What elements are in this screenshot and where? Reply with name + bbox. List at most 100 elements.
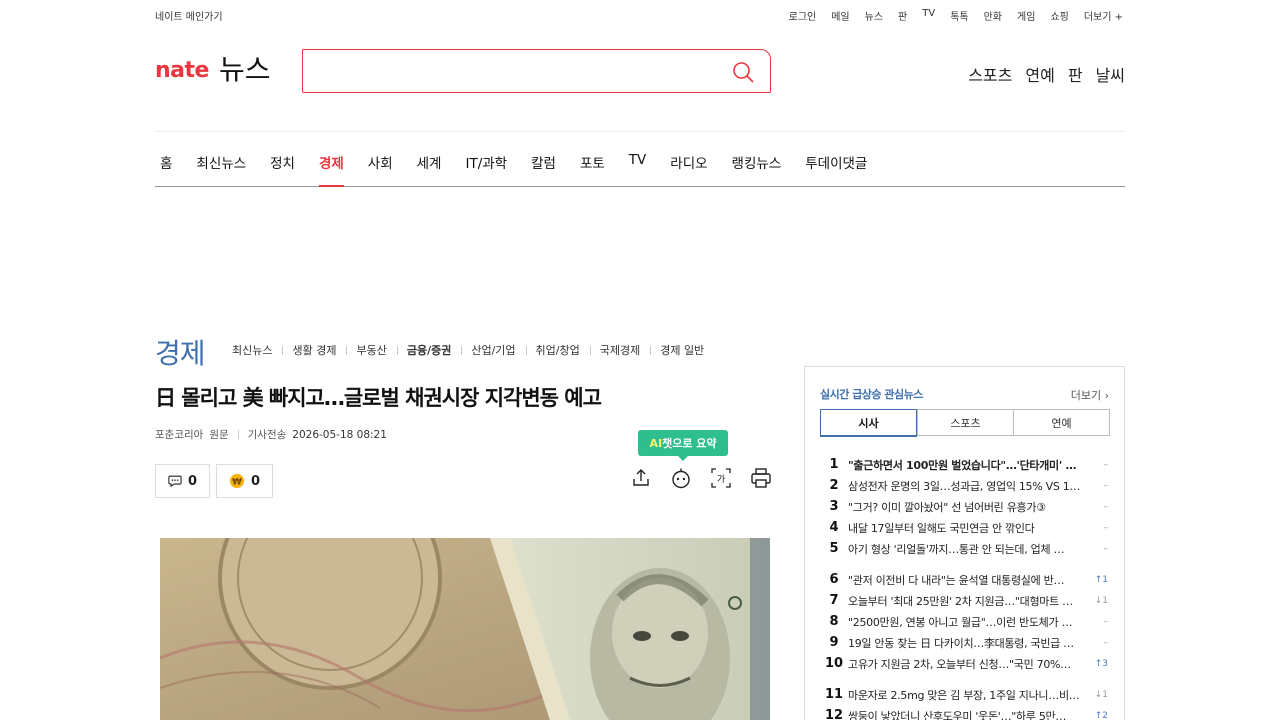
ranking-number: 4 <box>829 520 839 535</box>
ranking-number: 10 <box>824 656 844 671</box>
gnb-tab[interactable]: IT/과학 <box>465 152 507 187</box>
section-title[interactable]: 경제 <box>155 332 206 372</box>
top-utility-bar: 네이트 메인가기 로그인 메일 뉴스 판 TV 톡톡 만화 게임 쇼핑 더보기 + <box>155 0 1125 28</box>
rank-change: – <box>1082 617 1109 627</box>
rank-change-value: 3 <box>1102 658 1108 669</box>
ranking-headline[interactable]: "관저 이전비 다 내라"는 윤석열 대통령실에 반… <box>848 572 1082 588</box>
rank-change-value: – <box>1103 637 1109 648</box>
rank-change: ↑2 <box>1082 711 1108 720</box>
ranking-headline[interactable]: 쌍둥이 낳았더니 산후도우미 '웃돈'…"하루 5만… <box>848 708 1082 720</box>
nate-news-logo[interactable]: nate 뉴스 <box>155 56 270 84</box>
subnav-item[interactable]: 경제 일반 <box>650 342 714 358</box>
banknote-image <box>160 538 770 720</box>
comment-button[interactable]: 0 <box>155 464 210 498</box>
ranking-tab[interactable]: 연예 <box>1013 410 1109 435</box>
ranking-tab[interactable]: 시사 <box>820 409 917 437</box>
rank-change-value: – <box>1103 480 1109 491</box>
ai-summary-tooltip[interactable]: AI 챗으로 요약 <box>638 430 728 461</box>
subnav-item[interactable]: 금융/증권 <box>396 342 462 358</box>
gnb-tab[interactable]: 정치 <box>270 152 295 187</box>
ranking-headline[interactable]: 오늘부터 '최대 25만원' 2차 지원금…"대형마트 … <box>848 593 1082 609</box>
gnb-tab[interactable]: 포토 <box>580 152 605 187</box>
top-link[interactable]: 톡톡 <box>950 8 968 23</box>
ranking-headline[interactable]: 아기 형상 '리얼돌'까지…통관 안 되는데, 업체 … <box>848 541 1082 557</box>
ranking-more-link[interactable]: 더보기 › <box>1071 387 1109 403</box>
svg-text:가: 가 <box>717 474 725 485</box>
top-link[interactable]: 쇼핑 <box>1050 8 1068 23</box>
rank-change-value: 1 <box>1102 574 1108 585</box>
top-link[interactable]: 메일 <box>831 8 849 23</box>
top-link[interactable]: 만화 <box>984 8 1002 23</box>
ranking-headline[interactable]: 19일 안동 찾는 日 다카이치…李대통령, 국빈급 … <box>848 635 1082 651</box>
quick-link[interactable]: 연예 <box>1025 62 1054 86</box>
share-button[interactable] <box>630 466 652 490</box>
meta-divider <box>237 430 239 439</box>
comment-count: 0 <box>187 473 197 489</box>
ai-summary-button[interactable] <box>670 466 692 490</box>
gnb-tab[interactable]: 경제 <box>318 152 344 187</box>
ranking-headline[interactable]: 고유가 지원금 2차, 오늘부터 신청…"국민 70%… <box>848 656 1082 672</box>
search-input[interactable] <box>315 58 725 84</box>
ranking-item[interactable]: 6 "관저 이전비 다 내라"는 윤석열 대통령실에 반… ↑1 <box>820 569 1110 590</box>
top-link[interactable]: 로그인 <box>789 8 817 23</box>
ranking-item[interactable]: 11 마운자로 2.5mg 맞은 김 부장, 1주일 지나니…비… ↓1 <box>820 684 1110 705</box>
rank-change: – <box>1082 501 1109 512</box>
font-size-button[interactable]: 가 <box>710 466 732 490</box>
gnb-tab[interactable]: 투데이댓글 <box>805 152 867 187</box>
ranking-number: 2 <box>829 478 839 493</box>
gnb-tab[interactable]: 홈 <box>160 152 172 187</box>
quick-link[interactable]: 날씨 <box>1096 62 1125 86</box>
ranking-item[interactable]: 8 "2500만원, 연봉 아니고 월급"…이런 반도체가 … – <box>820 611 1110 632</box>
subnav-item[interactable]: 부동산 <box>346 342 396 358</box>
ranking-headline[interactable]: 삼성전자 운명의 3일…성과급, 영업익 15% VS 1… <box>848 478 1082 494</box>
sent-label: 기사전송 <box>247 429 287 441</box>
gnb-tab[interactable]: 라디오 <box>670 152 707 187</box>
ranking-number: 1 <box>829 457 839 472</box>
print-button[interactable] <box>750 466 772 490</box>
subnav-item[interactable]: 취업/창업 <box>525 342 590 358</box>
rank-change-value: – <box>1103 459 1109 470</box>
gnb-tab[interactable]: TV <box>629 152 646 187</box>
top-link[interactable]: 뉴스 <box>865 8 883 23</box>
top-link[interactable]: 더보기 + <box>1084 8 1123 23</box>
article-source[interactable]: 포춘코리아 <box>155 427 203 442</box>
ranking-item[interactable]: 3 "그거? 이미 깔아놨어" 선 넘어버린 유흥가③ – <box>820 496 1110 517</box>
ranking-more-label: 더보기 <box>1070 389 1102 402</box>
ranking-headline[interactable]: 마운자로 2.5mg 맞은 김 부장, 1주일 지나니…비… <box>848 687 1082 703</box>
ranking-item[interactable]: 2 삼성전자 운명의 3일…성과급, 영업익 15% VS 1… – <box>820 475 1110 496</box>
search-icon[interactable] <box>732 61 754 83</box>
quick-link[interactable]: 판 <box>1068 62 1083 86</box>
ranking-item[interactable]: 4 내달 17일부터 일해도 국민연금 안 깎인다 – <box>820 517 1110 538</box>
gnb-tab[interactable]: 사회 <box>368 152 393 187</box>
subnav-item[interactable]: 산업/기업 <box>461 342 525 358</box>
ranking-item[interactable]: 12 쌍둥이 낳았더니 산후도우미 '웃돈'…"하루 5만… ↑2 <box>820 705 1110 720</box>
ranking-tab[interactable]: 스포츠 <box>917 410 1013 435</box>
top-link[interactable]: 판 <box>898 8 907 23</box>
subnav-item[interactable]: 최신뉴스 <box>232 342 282 358</box>
gnb-tab[interactable]: 칼럼 <box>531 152 556 187</box>
subnav-item[interactable]: 국제경제 <box>589 342 650 358</box>
ranking-headline[interactable]: "2500만원, 연봉 아니고 월급"…이런 반도체가 … <box>848 614 1082 630</box>
ranking-number: 9 <box>829 635 839 650</box>
top-link[interactable]: 게임 <box>1017 8 1035 23</box>
article-source-link[interactable]: 원문 <box>209 427 228 442</box>
subnav-item[interactable]: 생활 경제 <box>282 342 346 358</box>
ranking-item[interactable]: 5 아기 형상 '리얼돌'까지…통관 안 되는데, 업체 … – <box>820 538 1110 559</box>
ranking-item[interactable]: 7 오늘부터 '최대 25만원' 2차 지원금…"대형마트 … ↓1 <box>820 590 1110 611</box>
ranking-item[interactable]: 9 19일 안동 찾는 日 다카이치…李대통령, 국빈급 … – <box>820 632 1110 653</box>
ranking-headline[interactable]: 내달 17일부터 일해도 국민연금 안 깎인다 <box>848 520 1082 536</box>
top-link[interactable]: TV <box>922 8 935 23</box>
ranking-headline[interactable]: "출근하면서 100만원 벌었습니다"…'단타개미' 역대급 <box>848 457 1082 473</box>
share-icon <box>633 469 649 486</box>
quick-link[interactable]: 스포츠 <box>968 62 1012 86</box>
ranking-headline[interactable]: "그거? 이미 깔아놨어" 선 넘어버린 유흥가③ <box>848 499 1082 515</box>
gnb-tab[interactable]: 세계 <box>417 152 442 187</box>
ranking-item[interactable]: 10 고유가 지원금 2차, 오늘부터 신청…"국민 70%… ↑3 <box>820 653 1110 674</box>
ranking-item[interactable]: 1 "출근하면서 100만원 벌었습니다"…'단타개미' 역대급 – <box>820 454 1110 475</box>
rank-change-value: – <box>1103 501 1109 512</box>
donate-button[interactable]: ₩ 0 <box>216 464 273 498</box>
nate-main-link[interactable]: 네이트 메인가기 <box>155 8 223 23</box>
gnb-tab[interactable]: 랭킹뉴스 <box>732 152 782 187</box>
ranking-number: 7 <box>829 593 839 608</box>
gnb-tab[interactable]: 최신뉴스 <box>196 152 246 187</box>
